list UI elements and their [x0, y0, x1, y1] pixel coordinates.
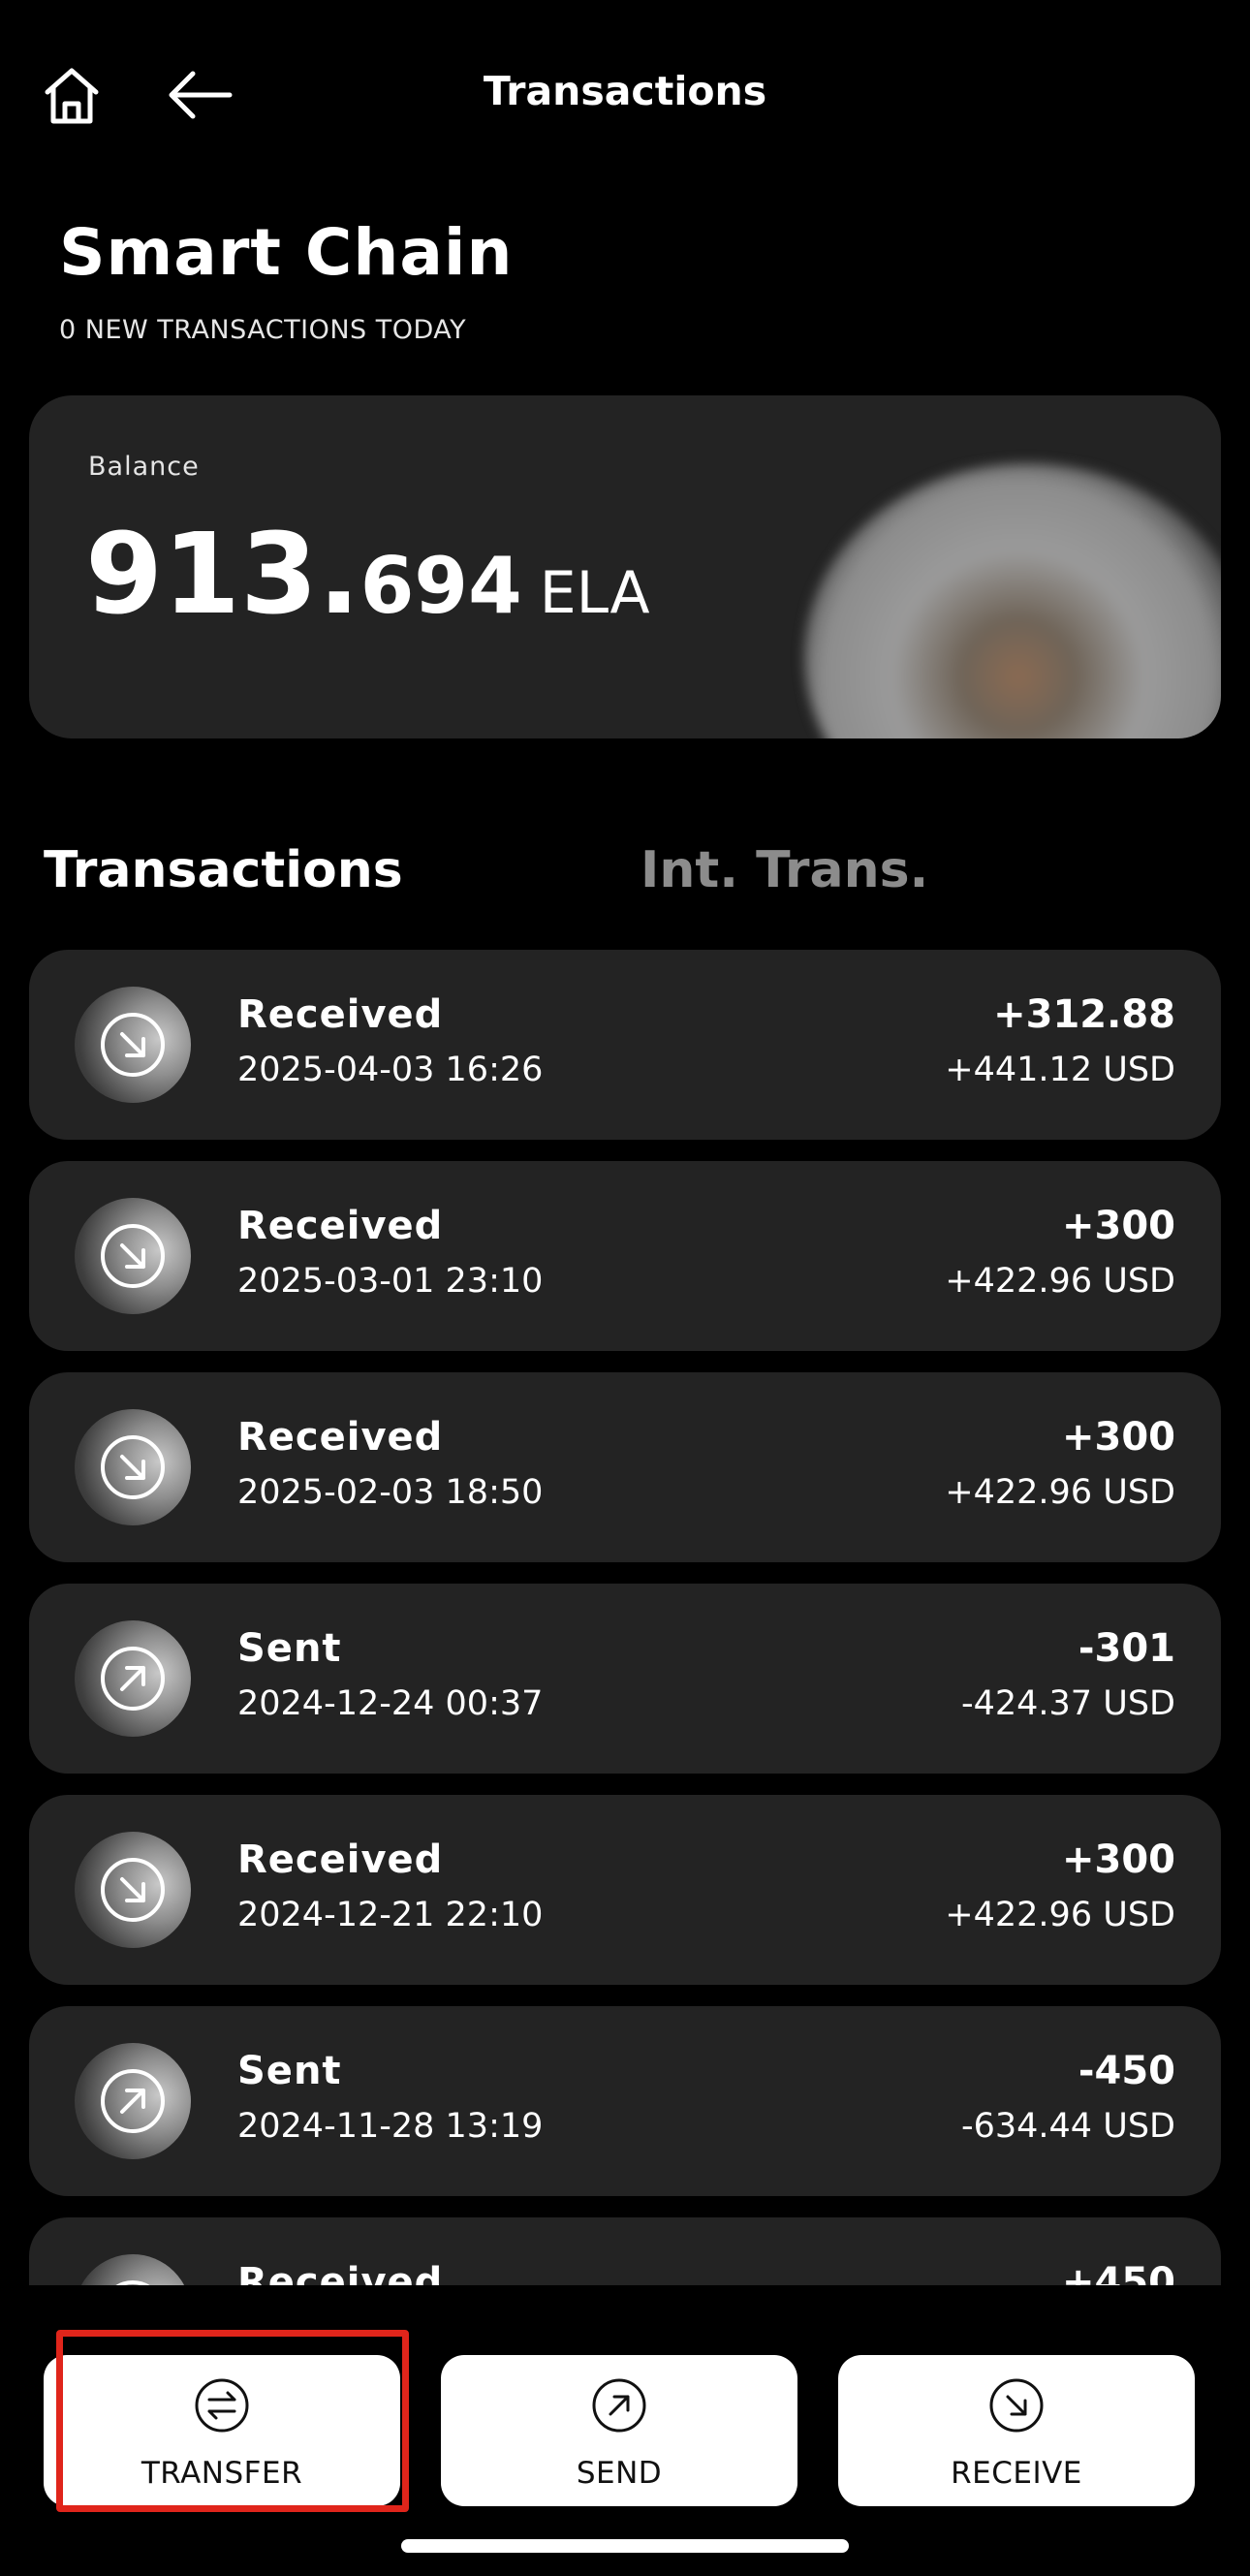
transaction-date: 2025-02-03 18:50 [237, 1473, 544, 1512]
transfer-highlight-box [56, 2330, 409, 2512]
transaction-icon [75, 2043, 191, 2159]
balance-integer: 913. [85, 510, 360, 640]
transaction-tabs: Transactions Int. Trans. [0, 841, 1250, 919]
transaction-icon [75, 1198, 191, 1314]
transaction-icon [75, 987, 191, 1103]
arrow-up-right-icon [101, 2069, 165, 2133]
transaction-row[interactable]: Received 2025-03-01 23:10 +300 +422.96 U… [29, 1161, 1221, 1351]
transaction-icon [75, 1409, 191, 1525]
arrow-down-right-icon [101, 1858, 165, 1922]
transaction-row[interactable]: Sent 2024-11-28 13:19 -450 -634.44 USD [29, 2006, 1221, 2196]
transaction-usd-value: +422.96 USD [945, 1262, 1175, 1301]
arrow-down-right-icon [101, 1224, 165, 1288]
token-logo-blurred [804, 463, 1221, 738]
tab-transactions[interactable]: Transactions [44, 841, 403, 899]
transaction-icon [75, 2254, 191, 2285]
arrow-up-right-icon [592, 2378, 646, 2433]
balance-unit: ELA [539, 559, 650, 627]
transaction-type: Received [237, 1838, 444, 1882]
transaction-row[interactable]: Received 2024-12-21 22:10 +300 +422.96 U… [29, 1795, 1221, 1985]
transaction-usd-value: +441.12 USD [945, 1051, 1175, 1089]
transaction-amount: +300 [1061, 1415, 1175, 1460]
send-label: SEND [576, 2456, 663, 2491]
transaction-type: Received [237, 2260, 444, 2285]
tab-internal-transactions[interactable]: Int. Trans. [641, 841, 928, 899]
page-title: Transactions [483, 68, 767, 114]
transaction-usd-value: +422.96 USD [945, 1896, 1175, 1934]
arrow-down-right-icon [101, 1013, 165, 1077]
transaction-type: Sent [237, 1626, 342, 1671]
transaction-date: 2024-11-28 13:19 [237, 2107, 544, 2146]
transaction-type: Received [237, 1204, 444, 1248]
transaction-date: 2024-12-21 22:10 [237, 1896, 544, 1934]
receive-button[interactable]: RECEIVE [838, 2355, 1195, 2506]
receive-label: RECEIVE [951, 2456, 1082, 2491]
transaction-amount: +312.88 [993, 992, 1175, 1037]
transaction-date: 2025-04-03 16:26 [237, 1051, 544, 1089]
transaction-amount: +300 [1061, 1838, 1175, 1882]
transaction-row[interactable]: Sent 2024-12-24 00:37 -301 -424.37 USD [29, 1584, 1221, 1774]
arrow-down-right-icon [115, 2280, 150, 2285]
transaction-row[interactable]: Received +450 [29, 2217, 1221, 2285]
balance-label: Balance [88, 452, 200, 482]
balance-card: Balance 913.694 ELA [29, 395, 1221, 738]
arrow-up-right-icon [101, 1647, 165, 1711]
transaction-amount: -450 [1078, 2049, 1175, 2093]
transaction-icon [75, 1832, 191, 1948]
transaction-amount: +450 [1061, 2260, 1175, 2285]
arrow-down-right-icon [989, 2378, 1044, 2433]
transaction-date: 2025-03-01 23:10 [237, 1262, 544, 1301]
transaction-usd-value: -424.37 USD [960, 1684, 1175, 1723]
home-indicator [401, 2539, 849, 2553]
balance-value: 913.694 ELA [85, 510, 650, 640]
transaction-usd-value: -634.44 USD [960, 2107, 1175, 2146]
transaction-list[interactable]: Received 2025-04-03 16:26 +312.88 +441.1… [29, 950, 1221, 2285]
transaction-usd-value: +422.96 USD [945, 1473, 1175, 1512]
send-button[interactable]: SEND [441, 2355, 797, 2506]
transaction-type: Received [237, 992, 444, 1037]
transaction-type: Received [237, 1415, 444, 1460]
transaction-type: Sent [237, 2049, 342, 2093]
transaction-row[interactable]: Received 2025-02-03 18:50 +300 +422.96 U… [29, 1372, 1221, 1562]
transaction-icon [75, 1620, 191, 1737]
transaction-row[interactable]: Received 2025-04-03 16:26 +312.88 +441.1… [29, 950, 1221, 1140]
top-bar: Transactions [0, 0, 1250, 194]
transaction-amount: +300 [1061, 1204, 1175, 1248]
balance-decimals: 694 [359, 541, 522, 631]
new-transactions-count: 0 NEW TRANSACTIONS TODAY [59, 315, 467, 345]
wallet-name: Smart Chain [59, 215, 514, 290]
arrow-down-right-icon [101, 1435, 165, 1499]
transaction-date: 2024-12-24 00:37 [237, 1684, 544, 1723]
transaction-amount: -301 [1078, 1626, 1175, 1671]
